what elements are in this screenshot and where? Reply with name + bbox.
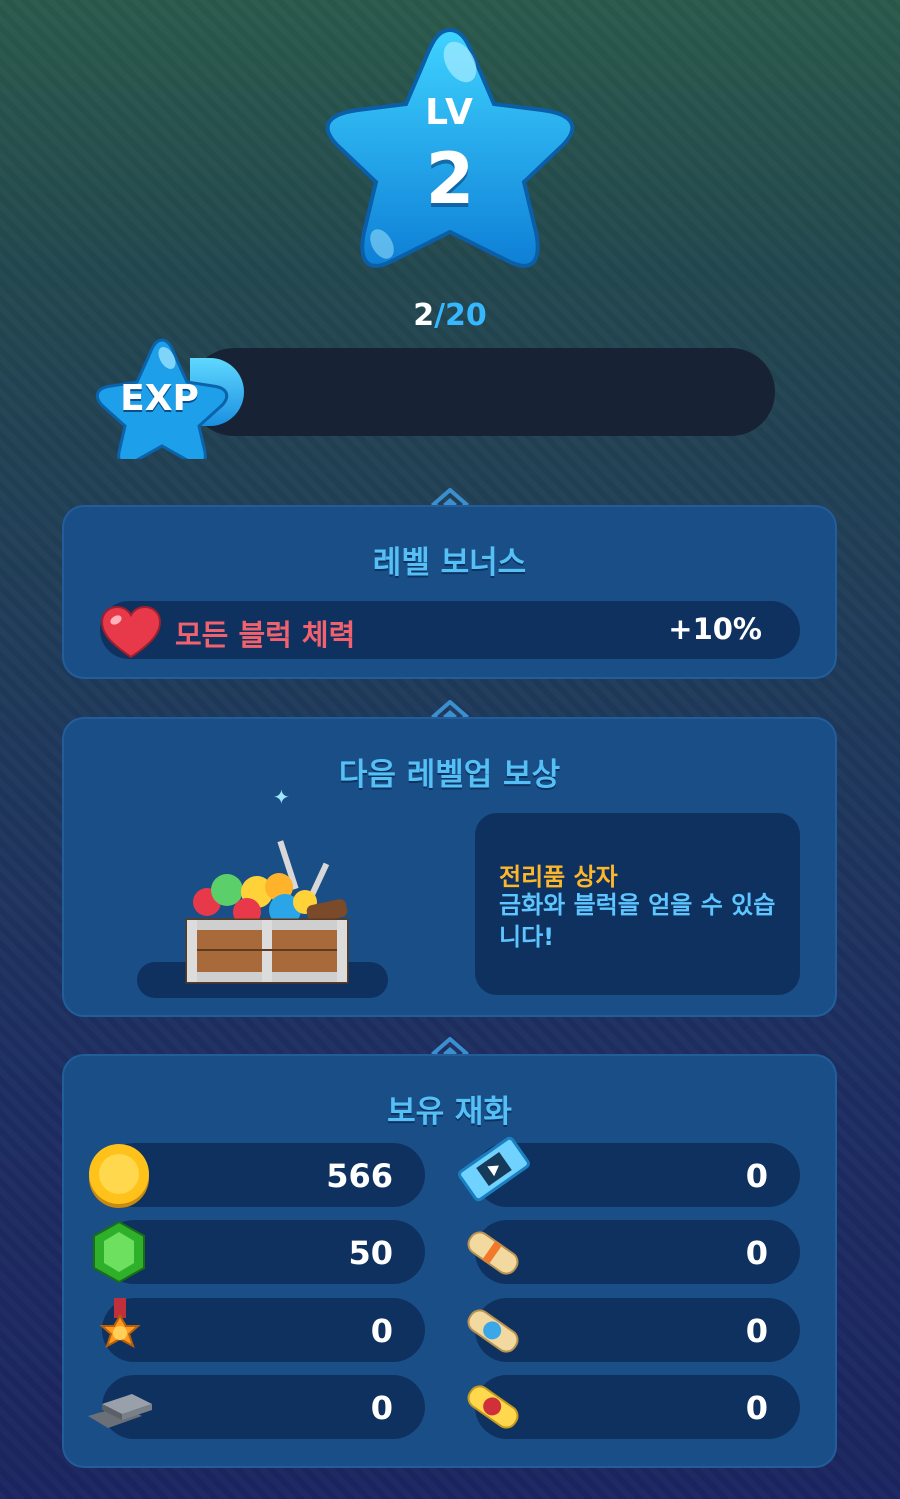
orange-scroll-icon [467,1231,519,1275]
next-level-reward-title: 다음 레벨업 보상 [338,757,561,793]
exp-current: 2 [413,298,435,333]
next-level-reward-panel: 다음 레벨업 보상 ✦ 전리품 상자 금화와 블럭을 얻을 수 있습니다! [62,717,837,1017]
owned-currency-panel: 보유 재화 566 50 0 0 0 0 0 0 [62,1054,837,1468]
video-ticket-icon [458,1136,530,1202]
exp-progress-bar [190,348,775,436]
exp-max: 20 [445,298,487,333]
currency-value: 0 [370,1312,393,1350]
blue-scroll-icon [467,1309,519,1353]
red-scroll-icon [467,1385,519,1429]
currency-value: 566 [326,1157,393,1195]
green-gem-icon [93,1220,145,1284]
gold-coin-icon [89,1144,149,1208]
sparkle-icon: ✦ [273,785,290,809]
currency-value: 0 [745,1312,768,1350]
bonus-value: +10% [668,612,762,646]
exp-separator: / [434,298,446,333]
level-bonus-title: 레벨 보너스 [372,545,527,581]
currency-value: 0 [370,1389,393,1427]
currency-value: 0 [745,1389,768,1427]
currency-row: 0 [102,1298,425,1362]
medal-icon [99,1298,141,1349]
owned-currency-title: 보유 재화 [387,1094,512,1130]
currency-value: 0 [745,1157,768,1195]
bonus-name: 모든 블럭 체력 [175,618,356,652]
currency-row: 50 [102,1220,425,1284]
exp-badge-label: EXP [120,378,199,419]
reward-name: 전리품 상자 [499,863,618,891]
heart-icon [100,605,162,659]
currency-value: 0 [745,1234,768,1272]
treasure-chest-icon [185,840,349,984]
level-number: 2 [425,138,475,220]
level-bonus-panel: 레벨 보너스 모든 블럭 체력 +10% [62,505,837,679]
reward-description: 금화와 블럭을 얻을 수 있습니다! [499,891,776,951]
currency-value: 50 [348,1234,393,1272]
silver-ingot-icon [88,1394,152,1428]
level-label: LV [425,92,475,133]
exp-counter: 2/20 [0,298,900,333]
